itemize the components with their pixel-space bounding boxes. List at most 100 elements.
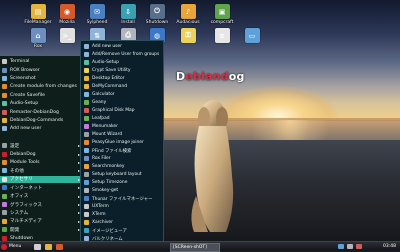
menu-item-icon bbox=[84, 228, 89, 234]
package-icon: ▣ bbox=[214, 4, 230, 19]
submenu-item[interactable]: Smokey-get bbox=[81, 187, 163, 194]
quicklaunch-terminal[interactable] bbox=[34, 243, 41, 250]
desktop-icon-label: Rox bbox=[33, 44, 43, 49]
submenu-item[interactable]: Crypt Save Utility bbox=[81, 67, 163, 74]
main-menu-item[interactable]: DebianDog-Commands bbox=[0, 117, 84, 125]
submenu-item[interactable]: Searchmonkey bbox=[81, 163, 163, 170]
main-menu-item[interactable]: 設定 ▸ bbox=[0, 142, 84, 150]
submenu-item-label: Menumaker bbox=[92, 124, 118, 130]
menu-item-icon bbox=[2, 67, 7, 73]
submenu-item[interactable]: Leafpad bbox=[81, 115, 163, 122]
main-menu-item-label: Create Savefile bbox=[10, 92, 45, 98]
menu-item-icon bbox=[2, 84, 7, 90]
rox-icon: ⌂ bbox=[30, 28, 46, 43]
menu-item-icon bbox=[84, 164, 89, 170]
quicklaunch-browser[interactable] bbox=[56, 243, 63, 250]
menu-item-icon bbox=[84, 60, 89, 66]
menu-item-icon bbox=[2, 109, 7, 115]
menu-item-icon bbox=[2, 185, 7, 191]
tray-network[interactable] bbox=[338, 243, 344, 250]
debiandog-watermark: Debiandog bbox=[176, 70, 245, 83]
main-menu-item-label: 開発 bbox=[10, 227, 20, 233]
menu-button[interactable]: Menu bbox=[1, 243, 31, 250]
menu-item-icon bbox=[84, 108, 89, 114]
submenu-item[interactable]: Graphical Disk Map bbox=[81, 107, 163, 114]
main-menu-item[interactable]: グラフィックス ▸ bbox=[0, 201, 84, 209]
main-menu-item[interactable]: Terminal bbox=[0, 58, 84, 66]
menu-item-icon bbox=[2, 160, 7, 166]
submenu-item[interactable]: PeasyGlue image joiner bbox=[81, 139, 163, 146]
main-menu-item[interactable]: Audio-Setup bbox=[0, 100, 84, 108]
submenu-item[interactable]: Setup keyboard layout bbox=[81, 171, 163, 178]
watermark-part1: D bbox=[176, 70, 186, 83]
submenu-item[interactable]: Menumaker bbox=[81, 123, 163, 130]
menu-item-icon bbox=[2, 101, 7, 107]
menu-item-icon bbox=[84, 196, 89, 202]
main-menu-item-label: Add new user bbox=[10, 126, 42, 132]
accessories-submenu: Add new user Add/Remove User from groups A… bbox=[80, 40, 164, 246]
tray-keyboard[interactable] bbox=[356, 243, 362, 250]
quicklaunch-filemanager[interactable] bbox=[45, 243, 52, 250]
menu-item-icon bbox=[2, 210, 7, 216]
tray-volume[interactable] bbox=[347, 243, 353, 250]
main-menu-item[interactable]: ROX Browser bbox=[0, 66, 84, 74]
submenu-item[interactable]: Galculator bbox=[81, 91, 163, 98]
menu-item-icon bbox=[2, 59, 7, 65]
submenu-item-label: Thunar ファイルマネージャー bbox=[92, 196, 153, 202]
main-menu-item[interactable]: Remaster-DebianDog bbox=[0, 108, 84, 116]
menu-button-label: Menu bbox=[9, 244, 22, 249]
main-menu-item[interactable]: Screenshot bbox=[0, 75, 84, 83]
main-menu-item-label: Module Tools bbox=[10, 160, 40, 166]
clock[interactable]: 03:48 bbox=[383, 243, 396, 250]
desktop-icon-compcraft[interactable]: ▣ compcraft bbox=[202, 4, 242, 25]
submenu-item[interactable]: Geany bbox=[81, 99, 163, 106]
main-menu-item[interactable]: その他 ▸ bbox=[0, 167, 84, 175]
submenu-item[interactable]: Setup Timezone bbox=[81, 179, 163, 186]
desktop-icon-monitor[interactable]: ▭ bbox=[232, 28, 272, 43]
main-menu-item-label: その他 bbox=[10, 168, 24, 174]
main-menu-item[interactable]: Module Tools ▸ bbox=[0, 159, 84, 167]
submenu-item[interactable]: Mount Wizard bbox=[81, 131, 163, 138]
submenu-item[interactable]: Xarchiver bbox=[81, 219, 163, 226]
main-menu-item[interactable]: システム ▸ bbox=[0, 209, 84, 217]
main-menu-item[interactable]: Create module from changes bbox=[0, 83, 84, 91]
submenu-item[interactable]: イメージビューア bbox=[81, 227, 163, 234]
main-menu-item-label: ROX Browser bbox=[10, 67, 40, 73]
menu-item-icon bbox=[84, 148, 89, 154]
menu-item-icon bbox=[2, 168, 7, 174]
menu-item-icon bbox=[84, 84, 89, 90]
submenu-item[interactable]: Rox Filer bbox=[81, 155, 163, 162]
submenu-item[interactable]: Thunar ファイルマネージャー bbox=[81, 195, 163, 202]
main-menu-item[interactable]: オフィス ▸ bbox=[0, 192, 84, 200]
submenu-item[interactable]: XTerm bbox=[81, 211, 163, 218]
main-menu-item[interactable]: Create Savefile bbox=[0, 92, 84, 100]
terminal-icon bbox=[34, 243, 41, 250]
main-menu-item[interactable]: マルチメディア ▸ bbox=[0, 218, 84, 226]
menu-item-icon bbox=[84, 44, 89, 50]
desktop-icon-label: compcraft bbox=[210, 20, 234, 25]
task-screenshot[interactable]: [SCReen-shOT] bbox=[170, 243, 220, 252]
main-menu-item[interactable]: DebianDog ▸ bbox=[0, 150, 84, 158]
lock-icon: ⚿ bbox=[180, 28, 196, 43]
monitor-icon: ▭ bbox=[244, 28, 260, 43]
submenu-item[interactable]: Add/Remove User from groups bbox=[81, 51, 163, 58]
menu-item-icon bbox=[84, 132, 89, 138]
main-menu-item[interactable]: Add new user bbox=[0, 125, 84, 133]
main-menu-item-label: Terminal bbox=[10, 59, 30, 65]
document-icon: ≡ bbox=[214, 28, 230, 43]
folder-icon: ▤ bbox=[30, 4, 46, 19]
submenu-item[interactable]: Audio-Setup bbox=[81, 59, 163, 66]
menu-item-icon bbox=[84, 220, 89, 226]
submenu-item-label: Setup keyboard layout bbox=[92, 172, 142, 178]
main-menu-item-label: DebianDog bbox=[10, 151, 36, 157]
submenu-item[interactable]: DeMyCommand bbox=[81, 83, 163, 90]
submenu-item[interactable]: UXTerm bbox=[81, 203, 163, 210]
main-menu-item[interactable]: インターネット ▸ bbox=[0, 184, 84, 192]
submenu-item[interactable]: PFind ファイル検索 bbox=[81, 147, 163, 154]
submenu-item-label: PFind ファイル検索 bbox=[92, 148, 132, 154]
main-menu-item[interactable]: アクセサリ ▸ bbox=[0, 175, 84, 184]
main-menu-item[interactable]: 開発 ▸ bbox=[0, 226, 84, 234]
terminal-icon: >_ bbox=[59, 28, 75, 43]
submenu-item[interactable]: Add new user bbox=[81, 43, 163, 50]
submenu-item[interactable]: Desktop Editor bbox=[81, 75, 163, 82]
